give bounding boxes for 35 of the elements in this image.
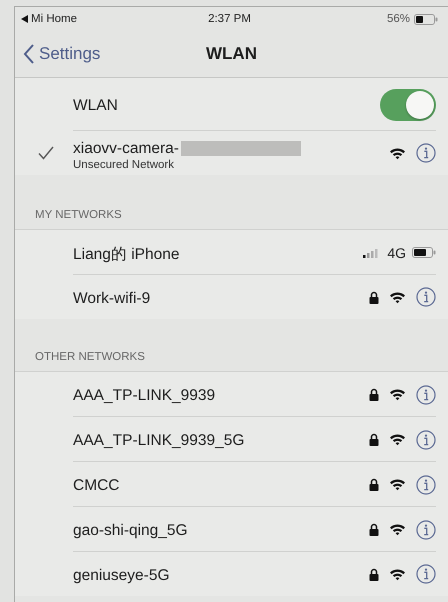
toggle-switch[interactable] <box>380 88 436 120</box>
network-name: geniuseye-5G <box>73 567 170 585</box>
battery-percent: 56% <box>386 13 410 25</box>
wifi-icon <box>389 568 406 580</box>
info-icon[interactable] <box>416 564 436 584</box>
network-name: AAA_TP-LINK_9939_5G <box>73 432 244 450</box>
network-status: Unsecured Network <box>73 158 175 170</box>
network-name: gao-shi-qing_5G <box>73 522 188 540</box>
back-triangle-icon[interactable] <box>21 15 28 23</box>
info-icon[interactable] <box>416 520 436 540</box>
chevron-left-icon <box>23 44 34 64</box>
wifi-icon <box>389 523 406 536</box>
info-icon[interactable] <box>416 430 436 450</box>
info-icon[interactable] <box>416 474 436 494</box>
network-name: Work-wifi-9 <box>73 290 150 308</box>
back-button[interactable]: Settings <box>15 44 100 64</box>
wifi-icon <box>389 478 406 491</box>
battery-icon <box>414 14 438 24</box>
wifi-icon <box>389 146 406 160</box>
wifi-icon <box>389 290 406 304</box>
network-name: xiaovv-camera- <box>73 140 179 158</box>
battery-icon <box>412 247 436 258</box>
network-name: Liang的 iPhone <box>73 244 180 264</box>
status-time: 2:37 PM <box>208 13 251 25</box>
info-icon[interactable] <box>416 384 436 404</box>
nav-title: WLAN <box>206 44 257 63</box>
info-icon[interactable] <box>416 143 436 163</box>
wifi-icon <box>389 388 406 401</box>
network-name: AAA_TP-LINK_9939 <box>73 387 216 405</box>
network-name: CMCC <box>73 477 120 495</box>
wifi-icon <box>389 433 406 446</box>
setting-label: WLAN <box>73 97 118 115</box>
network-type: 4G <box>387 244 406 260</box>
back-app-label[interactable]: Mi Home <box>31 13 78 25</box>
info-icon[interactable] <box>416 287 436 307</box>
